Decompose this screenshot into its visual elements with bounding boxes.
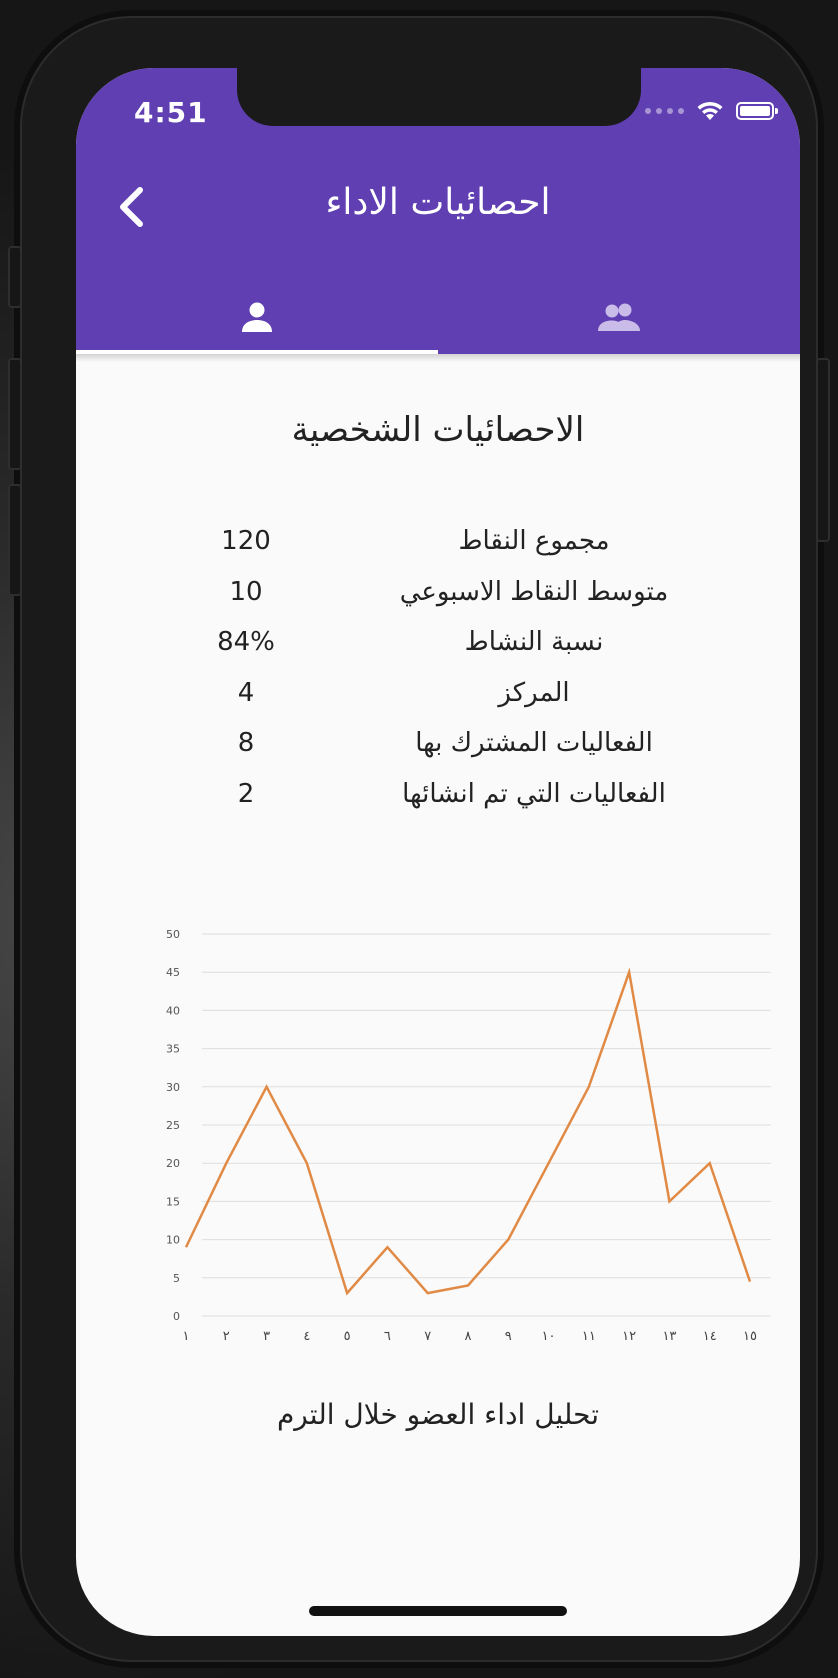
volume-down-button bbox=[8, 484, 22, 596]
stat-label: الفعاليات التي تم انشائها bbox=[402, 778, 666, 809]
x-tick-label: ١ bbox=[183, 1329, 190, 1344]
stat-value: 8 bbox=[237, 728, 255, 758]
group-icon bbox=[598, 303, 640, 331]
section-title: الاحصائيات الشخصية bbox=[291, 410, 585, 450]
phone-frame: 4:51 احصائيات الاداء الاحصائيات الشخصية … bbox=[8, 16, 830, 1662]
stat-label: الفعاليات المشترك بها bbox=[415, 728, 653, 758]
y-tick-label: 50 bbox=[166, 928, 180, 941]
stats-table: مجموع النقاط 120 متوسط النقاط الاسبوعي 1… bbox=[76, 526, 800, 829]
y-tick-label: 10 bbox=[166, 1234, 180, 1247]
stat-value: 84% bbox=[217, 627, 275, 657]
tab-group-stats[interactable] bbox=[438, 282, 800, 352]
x-tick-label: ١٢ bbox=[622, 1329, 636, 1344]
x-tick-label: ٨ bbox=[465, 1329, 472, 1344]
x-tick-label: ١٥ bbox=[743, 1329, 757, 1344]
stat-label: مجموع النقاط bbox=[458, 526, 610, 556]
y-tick-label: 30 bbox=[166, 1081, 180, 1094]
data-series-line bbox=[184, 967, 752, 1296]
y-tick-label: 15 bbox=[166, 1195, 180, 1208]
stat-row: المركز 4 bbox=[76, 678, 800, 729]
y-tick-label: 35 bbox=[166, 1043, 180, 1056]
y-tick-label: 40 bbox=[166, 1004, 180, 1017]
silent-switch bbox=[8, 246, 22, 308]
page-title: احصائيات الاداء bbox=[325, 182, 551, 223]
stat-value: 10 bbox=[229, 576, 263, 607]
y-tick-label: 0 bbox=[173, 1310, 180, 1323]
x-tick-label: ١٠ bbox=[542, 1329, 556, 1344]
status-icons bbox=[645, 100, 778, 122]
x-tick-label: ١١ bbox=[582, 1329, 596, 1344]
y-tick-label: 20 bbox=[166, 1157, 180, 1170]
x-tick-label: ٦ bbox=[384, 1329, 391, 1344]
x-tick-label: ٤ bbox=[303, 1329, 310, 1344]
stat-row: متوسط النقاط الاسبوعي 10 bbox=[76, 577, 800, 628]
notch bbox=[237, 68, 641, 126]
volume-up-button bbox=[8, 358, 22, 470]
x-tick-label: ١٣ bbox=[662, 1329, 676, 1344]
performance-line-chart: 05101520253035404550١ ٢ ٣ ٤ ٥ ٦ ٧ ٨ ٩ ١٠ ١١ ١٢ ١٣ ١٤ ١… bbox=[166, 928, 771, 1344]
stat-value: 2 bbox=[237, 778, 255, 809]
y-tick-label: 45 bbox=[166, 966, 180, 979]
stat-label: المركز bbox=[498, 677, 570, 708]
cellular-signal-icon bbox=[645, 108, 684, 114]
x-tick-label: ١٤ bbox=[703, 1329, 717, 1344]
y-tick-label: 25 bbox=[166, 1119, 180, 1132]
app-screen: 4:51 احصائيات الاداء الاحصائيات الشخصية … bbox=[76, 68, 800, 1636]
power-button bbox=[816, 358, 830, 542]
stat-value: 120 bbox=[221, 526, 271, 556]
stat-row: نسبة النشاط 84% bbox=[76, 627, 800, 678]
home-indicator bbox=[309, 1606, 567, 1616]
x-tick-label: ٩ bbox=[505, 1329, 512, 1344]
app-bar-shadow bbox=[76, 354, 800, 362]
tab-personal-stats[interactable] bbox=[76, 282, 438, 352]
y-tick-label: 5 bbox=[173, 1272, 180, 1285]
stat-label: نسبة النشاط bbox=[464, 627, 604, 657]
stat-value: 4 bbox=[237, 677, 255, 708]
x-tick-label: ٣ bbox=[263, 1329, 270, 1344]
wifi-icon bbox=[697, 101, 723, 120]
battery-icon bbox=[736, 102, 778, 120]
x-tick-label: ٢ bbox=[223, 1329, 230, 1344]
stat-row: مجموع النقاط 120 bbox=[76, 526, 800, 577]
person-icon bbox=[242, 302, 272, 332]
stat-label: متوسط النقاط الاسبوعي bbox=[399, 576, 669, 607]
stat-row: الفعاليات المشترك بها 8 bbox=[76, 728, 800, 779]
stat-row: الفعاليات التي تم انشائها 2 bbox=[76, 779, 800, 830]
x-tick-label: ٧ bbox=[424, 1329, 431, 1344]
app-bar: 4:51 احصائيات الاداء bbox=[76, 68, 800, 354]
chart-caption: تحليل اداء العضو خلال الترم bbox=[276, 1398, 600, 1431]
x-tick-label: ٥ bbox=[344, 1329, 351, 1344]
status-time: 4:51 bbox=[134, 96, 208, 129]
